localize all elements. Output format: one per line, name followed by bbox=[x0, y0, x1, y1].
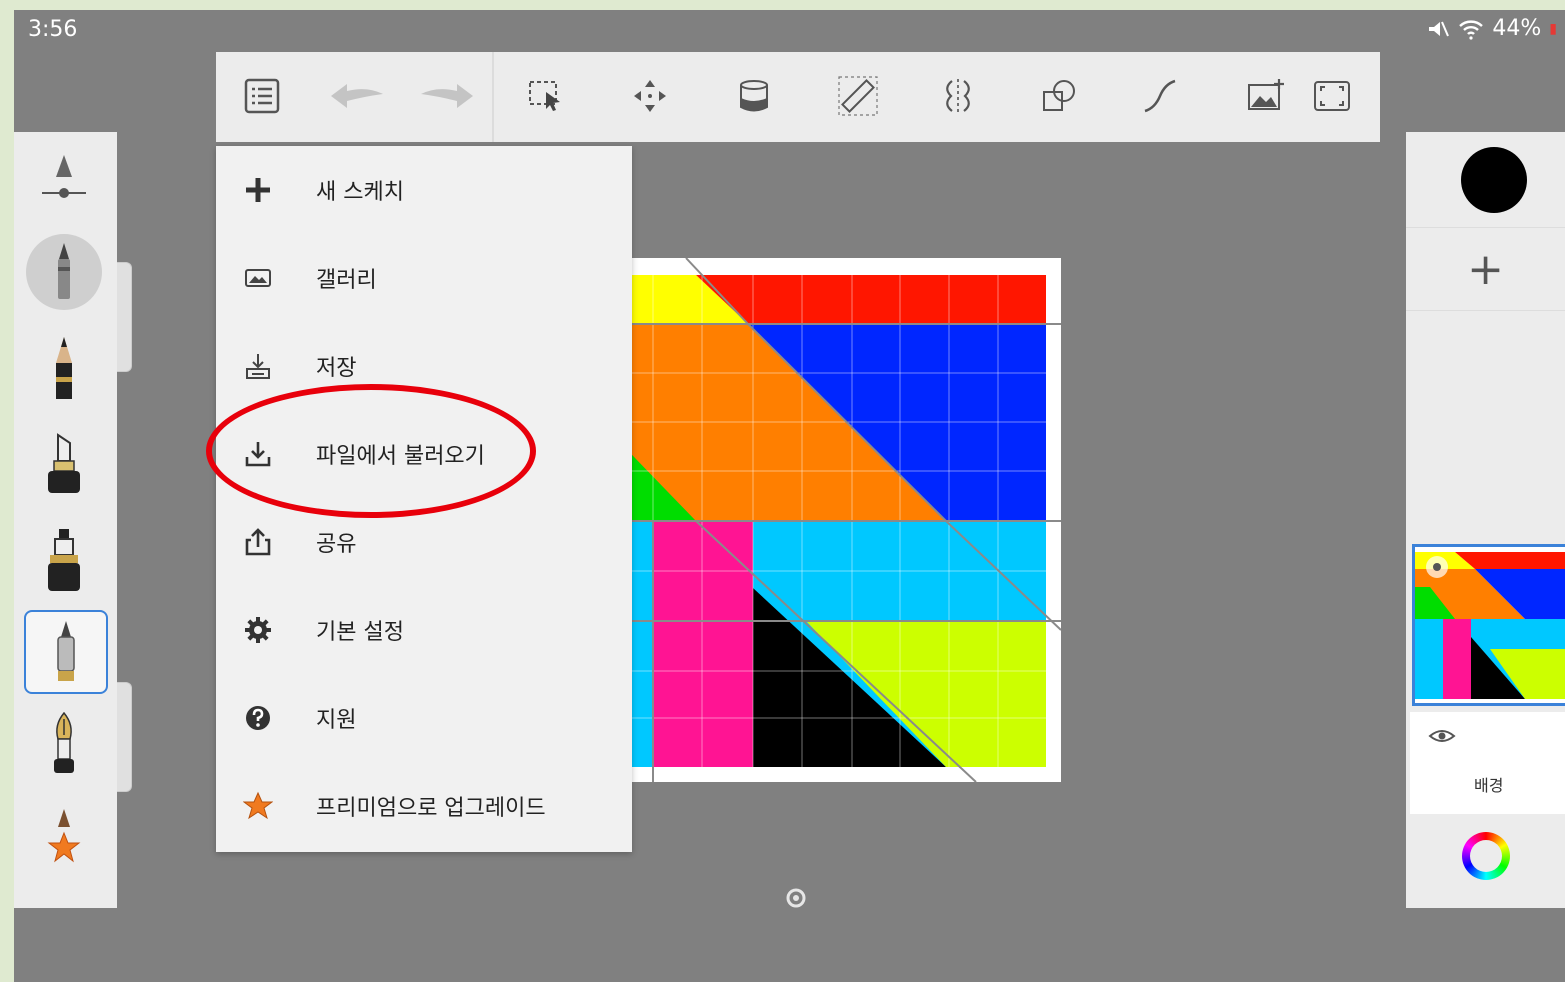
menu-item-gallery[interactable]: 갤러리 bbox=[216, 238, 632, 318]
plus-icon bbox=[240, 172, 276, 208]
redo-icon[interactable] bbox=[416, 72, 478, 120]
color-wheel-icon[interactable] bbox=[1462, 832, 1510, 880]
help-icon bbox=[240, 700, 276, 736]
menu-list-icon[interactable] bbox=[238, 72, 286, 120]
menu-item-preferences[interactable]: 기본 설정 bbox=[216, 590, 632, 670]
top-toolbar bbox=[216, 52, 1380, 142]
layer-thumbnail[interactable] bbox=[1412, 544, 1565, 706]
background-layer-label: 배경 bbox=[1474, 776, 1504, 795]
visibility-eye-icon[interactable] bbox=[1428, 726, 1456, 746]
menu-item-label: 프리미엄으로 업그레이드 bbox=[316, 796, 546, 821]
menu-item-label: 새 스케치 bbox=[316, 180, 404, 205]
menu-item-label: 저장 bbox=[316, 356, 357, 381]
shapes-icon[interactable] bbox=[1036, 72, 1084, 120]
menu-item-upgrade-premium[interactable]: 프리미엄으로 업그레이드 bbox=[216, 766, 632, 846]
wifi-icon bbox=[1459, 19, 1484, 40]
status-bar: 3:56 44% ▮ bbox=[14, 10, 1565, 52]
sync-icon bbox=[786, 888, 806, 908]
ruler-icon[interactable] bbox=[834, 72, 882, 120]
selection-icon[interactable] bbox=[522, 72, 570, 120]
fullscreen-icon[interactable] bbox=[1308, 72, 1356, 120]
add-layer-button[interactable]: + bbox=[1406, 227, 1565, 311]
stroke-curve-icon[interactable] bbox=[1136, 72, 1184, 120]
menu-item-new-sketch[interactable]: 새 스케치 bbox=[216, 150, 632, 230]
layers-panel: + 배경 bbox=[1406, 132, 1565, 908]
gallery-icon bbox=[240, 260, 276, 296]
status-time: 3:56 bbox=[28, 17, 78, 42]
menu-item-label: 기본 설정 bbox=[316, 620, 404, 645]
toolbar-divider bbox=[492, 52, 494, 142]
gear-icon bbox=[240, 612, 276, 648]
brush-fountain-pen[interactable] bbox=[24, 704, 104, 784]
brush-palette bbox=[14, 132, 117, 908]
brush-pencil[interactable] bbox=[24, 328, 104, 408]
star-icon bbox=[240, 788, 276, 824]
highlight-circle bbox=[206, 384, 536, 518]
brush-ballpoint-selected[interactable] bbox=[24, 610, 108, 694]
brush-panel-tab-bottom[interactable] bbox=[117, 682, 132, 792]
brush-felt-tip[interactable] bbox=[24, 520, 104, 600]
brush-airbrush[interactable] bbox=[24, 232, 104, 312]
menu-item-label: 지원 bbox=[316, 708, 357, 733]
battery-icon: ▮ bbox=[1549, 20, 1557, 37]
add-image-icon[interactable] bbox=[1242, 72, 1290, 120]
brush-size-slider-icon[interactable] bbox=[24, 140, 104, 220]
brush-panel-tab-top[interactable] bbox=[117, 262, 132, 372]
save-icon bbox=[240, 348, 276, 384]
move-icon[interactable] bbox=[626, 72, 674, 120]
battery-percent: 44% bbox=[1492, 16, 1542, 41]
fill-bucket-icon[interactable] bbox=[730, 72, 778, 120]
brush-marker[interactable] bbox=[24, 424, 104, 504]
current-color-swatch[interactable] bbox=[1461, 147, 1527, 213]
menu-item-label: 공유 bbox=[316, 532, 357, 557]
system-indicators: 44% ▮ bbox=[1426, 16, 1557, 41]
undo-icon[interactable] bbox=[326, 72, 388, 120]
mute-icon bbox=[1429, 21, 1450, 36]
menu-item-support[interactable]: 지원 bbox=[216, 678, 632, 758]
symmetry-icon[interactable] bbox=[934, 72, 982, 120]
background-layer[interactable]: 배경 bbox=[1410, 712, 1565, 814]
brush-small[interactable] bbox=[24, 796, 104, 876]
app-screen: 3:56 44% ▮ 새 스케치 갤러리 저장 파일에서 불러오기 공유 기본 … bbox=[14, 10, 1565, 982]
menu-item-label: 갤러리 bbox=[316, 268, 377, 293]
share-icon bbox=[240, 524, 276, 560]
